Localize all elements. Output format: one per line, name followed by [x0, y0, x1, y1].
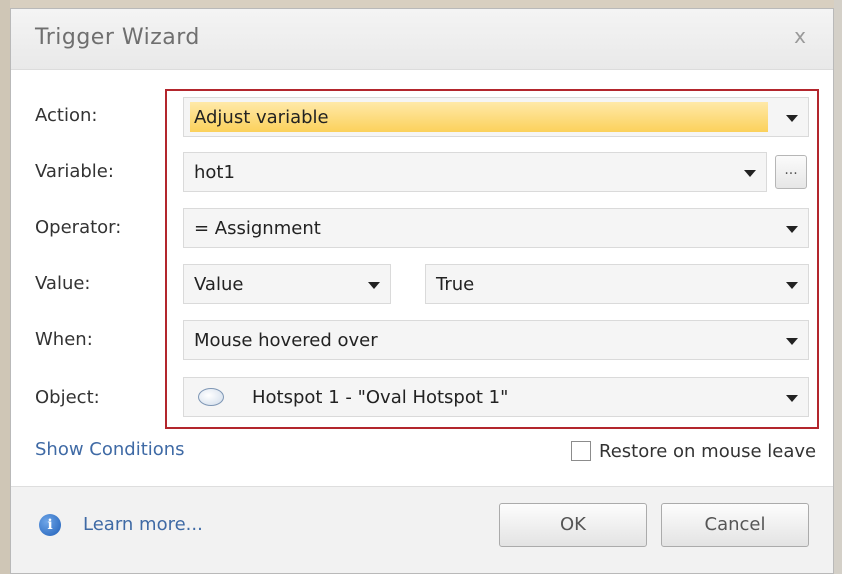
when-label: When: [35, 329, 93, 350]
value-value: True [436, 274, 475, 295]
show-conditions-link[interactable]: Show Conditions [35, 439, 185, 460]
operator-dropdown[interactable]: = Assignment [183, 208, 809, 248]
operator-label: Operator: [35, 217, 122, 238]
chevron-down-icon [368, 282, 380, 289]
desktop-background [0, 0, 842, 8]
action-label: Action: [35, 105, 98, 126]
action-dropdown[interactable]: Adjust variable [183, 97, 809, 137]
cancel-button[interactable]: Cancel [661, 503, 809, 547]
object-value: Hotspot 1 - "Oval Hotspot 1" [252, 387, 509, 408]
learn-more-link[interactable]: Learn more... [83, 514, 203, 535]
chevron-down-icon [786, 226, 798, 233]
dialog-title: Trigger Wizard [35, 25, 200, 50]
operator-value: = Assignment [194, 218, 321, 239]
chevron-down-icon [744, 170, 756, 177]
chevron-down-icon [786, 282, 798, 289]
when-dropdown[interactable]: Mouse hovered over [183, 320, 809, 360]
value-type-dropdown[interactable]: Value [183, 264, 391, 304]
chevron-down-icon [786, 395, 798, 402]
variable-value: hot1 [194, 162, 235, 183]
value-dropdown[interactable]: True [425, 264, 809, 304]
value-label: Value: [35, 273, 91, 294]
value-type: Value [194, 274, 244, 295]
info-icon: i [39, 514, 61, 536]
object-label: Object: [35, 387, 100, 408]
variable-label: Variable: [35, 161, 114, 182]
close-icon[interactable]: x [787, 23, 813, 49]
chevron-down-icon [786, 115, 798, 122]
restore-on-mouse-leave-checkbox[interactable] [571, 441, 591, 461]
action-value: Adjust variable [194, 107, 329, 128]
oval-hotspot-icon [198, 388, 224, 406]
restore-on-mouse-leave-label: Restore on mouse leave [599, 441, 817, 462]
chevron-down-icon [786, 338, 798, 345]
variable-dropdown[interactable]: hot1 [183, 152, 767, 192]
desktop-background-right [834, 0, 842, 574]
desktop-background-left [0, 0, 10, 574]
when-value: Mouse hovered over [194, 330, 378, 351]
ok-button[interactable]: OK [499, 503, 647, 547]
browse-variable-button[interactable]: ... [775, 155, 807, 189]
title-bar: Trigger Wizard x [11, 9, 833, 70]
trigger-wizard-dialog: Trigger Wizard x Action: Variable: Opera… [10, 8, 834, 574]
object-dropdown[interactable]: Hotspot 1 - "Oval Hotspot 1" [183, 377, 809, 417]
